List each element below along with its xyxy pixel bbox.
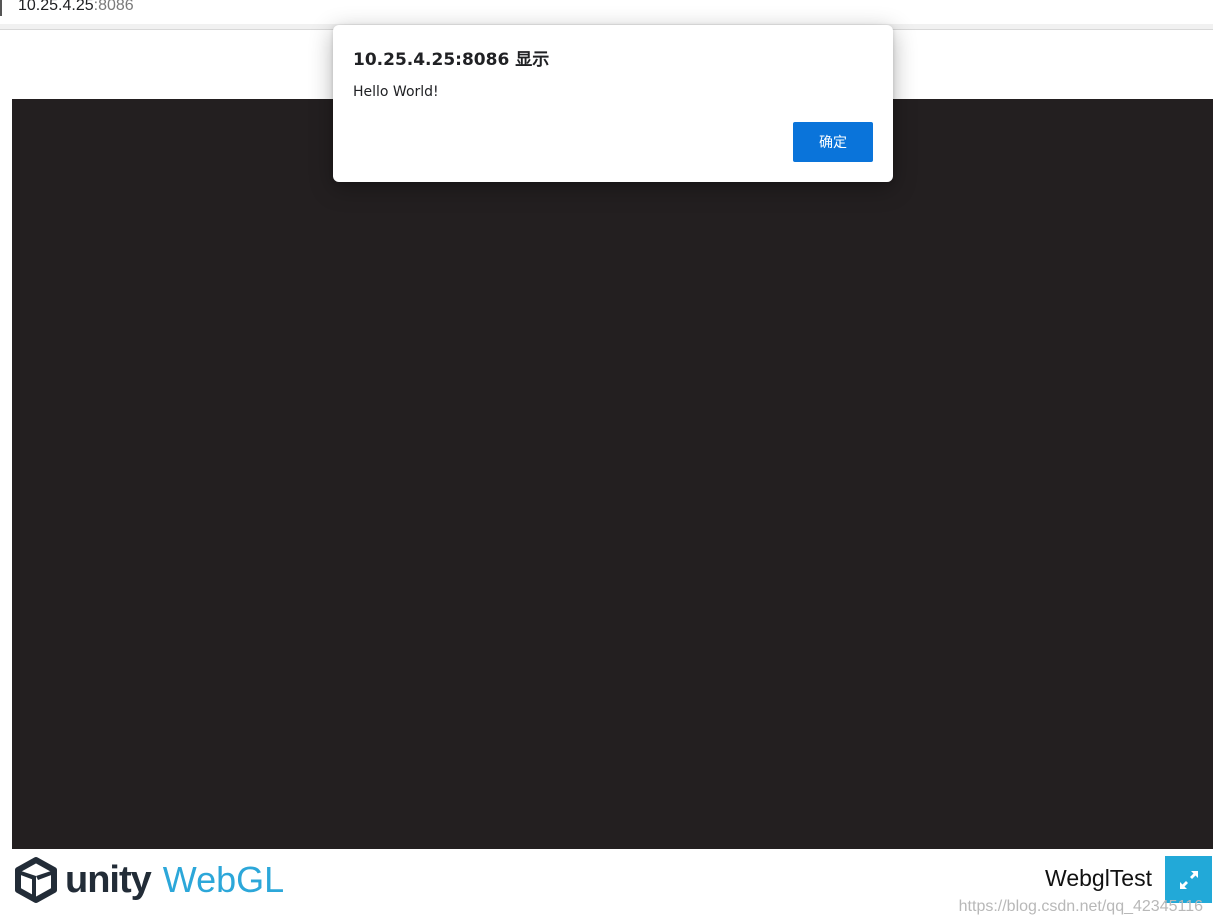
build-title: WebglTest xyxy=(1045,865,1152,891)
fullscreen-button[interactable] xyxy=(1165,856,1212,903)
watermark-text: https://blog.csdn.net/qq_42345116 xyxy=(958,898,1203,915)
unity-wordmark: unity xyxy=(65,859,152,901)
dialog-message: Hello World! xyxy=(353,84,439,100)
alert-dialog: 10.25.4.25:8086 显示 Hello World! 确定 xyxy=(333,25,893,182)
webgl-footer: unity WebGL WebglTest https://blog.csdn.… xyxy=(0,849,1213,920)
dialog-title: 10.25.4.25:8086 显示 xyxy=(353,50,550,70)
unity-cube-icon xyxy=(15,857,57,903)
url-host: 10.25.4.25 xyxy=(18,0,94,14)
unity-canvas[interactable] xyxy=(12,99,1213,849)
fullscreen-icon xyxy=(1179,870,1198,889)
webgl-wordmark: WebGL xyxy=(162,859,285,900)
ok-button[interactable]: 确定 xyxy=(793,122,873,162)
url-text[interactable]: 10.25.4.25:8086 xyxy=(18,0,134,16)
text-caret xyxy=(0,0,2,16)
url-port: :8086 xyxy=(93,0,134,14)
unity-webgl-logo: unity WebGL xyxy=(12,855,284,905)
